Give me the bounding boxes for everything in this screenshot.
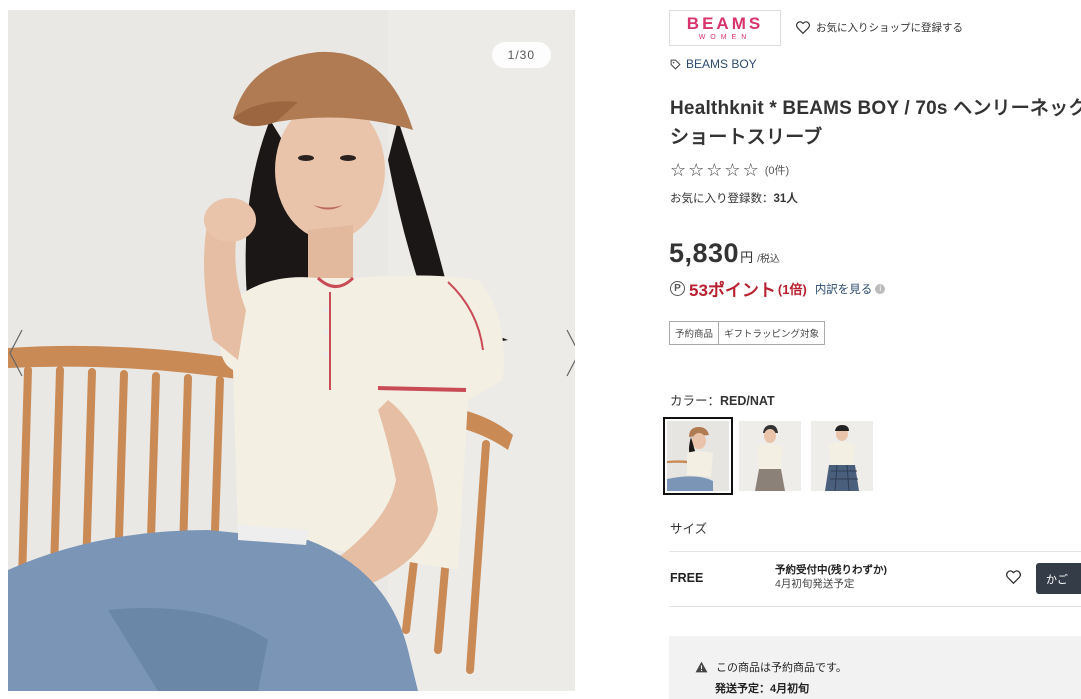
notice-shipping: 発送予定：4月初旬 bbox=[715, 683, 810, 695]
product-title: Healthknit * BEAMS BOY / 70s ヘンリーネック ショー… bbox=[670, 98, 1081, 148]
color-thumb-2[interactable] bbox=[739, 421, 801, 491]
badge-preorder: 予約商品 bbox=[669, 321, 720, 345]
warning-icon bbox=[695, 661, 708, 673]
product-badges: 予約商品 ギフトラッピング対象 bbox=[669, 321, 826, 345]
thumb-image bbox=[667, 421, 729, 491]
image-counter: 1/30 bbox=[491, 42, 551, 68]
favorite-count-label: お気に入り登録数： bbox=[670, 193, 774, 205]
points: P 53ポイント (1倍) 内訳を見る i bbox=[670, 276, 886, 301]
color-selected: RED/NAT bbox=[720, 394, 775, 408]
thumb-image bbox=[739, 421, 801, 491]
price-unit: 円 bbox=[740, 250, 754, 265]
favorite-shop-button[interactable]: お気に入りショップに登録する bbox=[796, 20, 963, 35]
heart-icon bbox=[1006, 570, 1021, 585]
preorder-notice: この商品は予約商品です。 発送予定：4月初旬 bbox=[669, 636, 1081, 699]
add-to-cart-button[interactable]: かご bbox=[1036, 563, 1081, 594]
color-thumb-3[interactable] bbox=[811, 421, 873, 491]
price-tax: /税込 bbox=[757, 254, 780, 265]
favorite-shop-label: お気に入りショップに登録する bbox=[816, 22, 963, 34]
notice-text: この商品は予約商品です。 bbox=[716, 662, 847, 674]
star-outline-icon: ☆ bbox=[688, 160, 705, 180]
badge-gift-wrapping: ギフトラッピング対象 bbox=[718, 321, 826, 345]
gallery-next-button[interactable] bbox=[565, 328, 575, 394]
color-label: カラー： bbox=[670, 394, 721, 408]
star-outline-icon: ☆ bbox=[706, 160, 723, 180]
stock-status-text: 予約受付中(残りわずか) bbox=[775, 564, 887, 576]
favorite-count-value: 31人 bbox=[773, 193, 798, 205]
star-outline-icon: ☆ bbox=[670, 160, 687, 180]
tag-icon bbox=[670, 59, 681, 70]
point-icon: P bbox=[670, 281, 685, 296]
shop-logo-sub: WOMEN bbox=[698, 33, 752, 41]
star-outline-icon: ☆ bbox=[742, 160, 759, 180]
shop-logo-main: BEAMS bbox=[686, 13, 764, 33]
size-label: サイズ bbox=[670, 522, 708, 536]
points-breakdown-link[interactable]: 内訳を見る bbox=[815, 281, 873, 297]
chevron-left-icon bbox=[9, 329, 23, 377]
chevron-right-icon bbox=[566, 329, 575, 377]
color-thumb-1[interactable] bbox=[663, 417, 733, 495]
favorite-count: お気に入り登録数：31人 bbox=[670, 190, 798, 206]
stock-status: 予約受付中(残りわずか) 4月初旬発送予定 bbox=[775, 563, 887, 591]
star-rating: ☆ ☆ ☆ ☆ ☆ bbox=[670, 160, 761, 180]
price: 5,830 円 /税込 bbox=[669, 238, 780, 269]
points-value: 53ポイント bbox=[689, 281, 776, 300]
shop-logo[interactable]: BEAMS WOMEN bbox=[669, 10, 781, 46]
size-value: FREE bbox=[670, 571, 704, 585]
color-selector-label: カラー：RED/NAT bbox=[670, 390, 775, 409]
info-icon[interactable]: i bbox=[875, 283, 886, 294]
rating[interactable]: ☆ ☆ ☆ ☆ ☆ (0件) bbox=[670, 160, 789, 180]
review-count: (0件) bbox=[764, 165, 790, 177]
product-main-image[interactable]: 1/30 bbox=[8, 10, 575, 691]
points-multiplier: (1倍) bbox=[777, 282, 807, 297]
favorite-item-button[interactable] bbox=[1006, 570, 1021, 589]
gallery-prev-button[interactable] bbox=[8, 328, 38, 394]
price-value: 5,830 bbox=[669, 238, 740, 268]
shipping-estimate: 4月初旬発送予定 bbox=[775, 578, 855, 590]
size-row: FREE 予約受付中(残りわずか) 4月初旬発送予定 かご bbox=[669, 551, 1081, 607]
thumb-image bbox=[811, 421, 873, 491]
brand-name: BEAMS BOY bbox=[686, 57, 757, 71]
star-outline-icon: ☆ bbox=[724, 160, 741, 180]
brand-link[interactable]: BEAMS BOY bbox=[670, 57, 757, 71]
heart-icon bbox=[796, 21, 810, 34]
model-photo bbox=[8, 10, 575, 691]
